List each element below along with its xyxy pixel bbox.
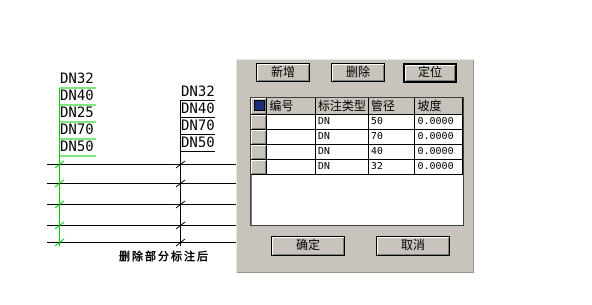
left-pipe-label: DN40 xyxy=(60,88,94,104)
add-button[interactable]: 新增 xyxy=(256,63,310,82)
cell-type[interactable]: DN xyxy=(315,129,369,145)
annotation-table[interactable]: 编号 标注类型 管径 坡度 DN 50 0.0000 DN 70 0.0000 … xyxy=(250,97,464,226)
table-row[interactable]: DN 70 0.0000 xyxy=(251,129,463,145)
cell-id[interactable] xyxy=(266,144,316,160)
cell-diameter[interactable]: 50 xyxy=(368,114,416,130)
select-all-corner[interactable] xyxy=(251,98,268,115)
column-header-diameter[interactable]: 管径 xyxy=(368,98,416,115)
middle-pipe-label: DN70 xyxy=(181,118,215,135)
table-header-row: 编号 标注类型 管径 坡度 xyxy=(251,98,463,115)
corner-select-icon xyxy=(254,100,265,111)
table-row[interactable]: DN 40 0.0000 xyxy=(251,144,463,160)
row-selector[interactable] xyxy=(251,144,268,160)
column-header-id[interactable]: 编号 xyxy=(266,98,316,115)
column-header-type[interactable]: 标注类型 xyxy=(315,98,369,115)
table-row[interactable]: DN 50 0.0000 xyxy=(251,114,463,130)
locate-button[interactable]: 定位 xyxy=(403,63,457,83)
middle-pipe-label: DN40 xyxy=(181,101,215,118)
cell-type[interactable]: DN xyxy=(315,159,369,175)
middle-pipe-label: DN32 xyxy=(181,84,215,101)
annotation-grid: 编号 标注类型 管径 坡度 DN 50 0.0000 DN 70 0.0000 … xyxy=(251,98,463,175)
cell-type[interactable]: DN xyxy=(315,114,369,130)
left-pipe-label: DN32 xyxy=(60,71,94,87)
cell-id[interactable] xyxy=(266,159,316,175)
pipe-lines xyxy=(47,164,236,243)
left-pipe-label: DN25 xyxy=(60,105,94,121)
cell-slope[interactable]: 0.0000 xyxy=(414,129,463,145)
row-selector[interactable] xyxy=(251,114,268,130)
left-pipe-label: DN70 xyxy=(60,122,94,138)
column-header-slope[interactable]: 坡度 xyxy=(414,98,463,115)
delete-button[interactable]: 删除 xyxy=(331,63,385,82)
left-pipe-label: DN50 xyxy=(60,139,94,155)
cell-diameter[interactable]: 32 xyxy=(368,159,416,175)
drawing-caption: 删除部分标注后 xyxy=(119,250,210,263)
row-selector[interactable] xyxy=(251,129,268,145)
ok-button[interactable]: 确定 xyxy=(271,236,345,256)
row-selector[interactable] xyxy=(251,159,268,175)
cell-diameter[interactable]: 40 xyxy=(368,144,416,160)
cell-id[interactable] xyxy=(266,129,316,145)
cell-slope[interactable]: 0.0000 xyxy=(414,159,463,175)
cell-slope[interactable]: 0.0000 xyxy=(414,114,463,130)
cell-diameter[interactable]: 70 xyxy=(368,129,416,145)
cancel-button[interactable]: 取消 xyxy=(376,236,450,256)
cell-id[interactable] xyxy=(266,114,316,130)
cell-type[interactable]: DN xyxy=(315,144,369,160)
table-row[interactable]: DN 32 0.0000 xyxy=(251,159,463,175)
middle-pipe-label: DN50 xyxy=(181,135,215,152)
cell-slope[interactable]: 0.0000 xyxy=(414,144,463,160)
